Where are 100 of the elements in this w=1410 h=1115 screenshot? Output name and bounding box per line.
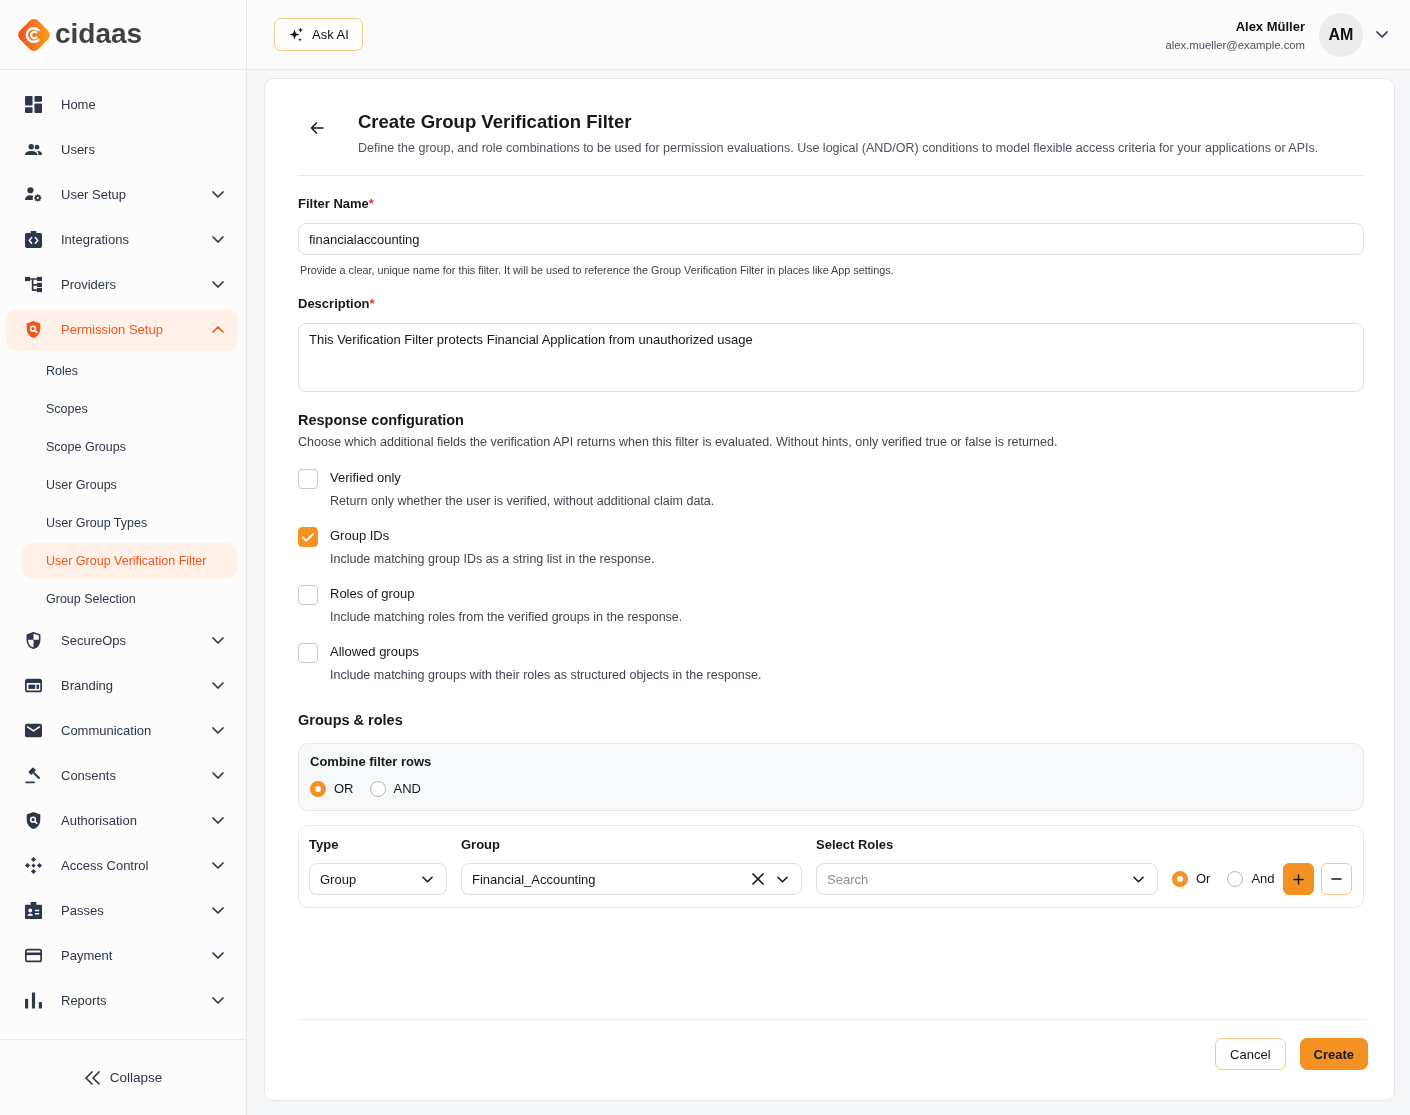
nav-item[interactable]: Reports	[6, 979, 238, 1022]
option-label[interactable]: Allowed groups	[330, 644, 762, 660]
field-label: Filter Name*	[298, 196, 375, 212]
code-icon	[25, 231, 42, 248]
nav-item[interactable]: User Setup	[6, 173, 238, 216]
chevron-down-icon[interactable]	[212, 682, 224, 689]
nav-item[interactable]: Home	[6, 83, 238, 126]
hierarchy-icon	[25, 276, 42, 293]
checkmark-icon	[302, 532, 314, 542]
nav-subitem[interactable]: Roles	[22, 353, 237, 389]
double-chevron-left-icon	[83, 1070, 100, 1085]
page-description: Define the group, and role combinations to be used for permission evaluations. Use logical (AND/OR) conditions to model flexible access criteria for your applications or APIs.	[358, 140, 1319, 157]
nav-item[interactable]: Providers	[6, 263, 238, 306]
ask-ai-button[interactable]: Ask AI	[274, 18, 363, 51]
radio-label[interactable]: AND	[393, 781, 421, 797]
nav-subitem[interactable]: User Groups	[22, 467, 237, 503]
nav-item[interactable]: Consents	[6, 754, 238, 797]
section-title: Groups & roles	[298, 711, 404, 729]
nav-item[interactable]: Access Control	[6, 844, 238, 887]
nav-item[interactable]: Passes	[6, 889, 238, 932]
option-label[interactable]: Group IDs	[330, 528, 655, 544]
diamonds-icon	[25, 857, 42, 874]
chevron-down-icon[interactable]	[212, 997, 224, 1004]
collapse-button[interactable]: Collapse	[77, 1066, 169, 1089]
user-gear-icon	[25, 186, 42, 203]
nav-item[interactable]: Integrations	[6, 218, 238, 261]
nav-item[interactable]: Communication	[6, 709, 238, 752]
chevron-down-icon[interactable]	[212, 191, 224, 198]
chevron-down-icon[interactable]	[212, 727, 224, 734]
option-label[interactable]: Roles of group	[330, 586, 683, 602]
option-description: Include matching groups with their roles as structured objects in the response.	[330, 667, 762, 683]
radio-button[interactable]	[310, 781, 326, 797]
nav-subitem[interactable]: Scope Groups	[22, 429, 237, 465]
envelope-icon	[25, 722, 42, 739]
radio-label[interactable]: OR	[334, 781, 354, 797]
nav-item[interactable]: SecureOps	[6, 619, 238, 662]
gavel-icon	[25, 767, 42, 784]
nav-item[interactable]: Authorisation	[6, 799, 238, 842]
shield-search-icon	[25, 321, 42, 338]
user-name: Alex Müller	[1235, 18, 1305, 34]
searchable-select[interactable]: Financial_Accounting	[461, 863, 802, 895]
radio-label[interactable]: And	[1251, 871, 1275, 887]
shield-search-icon	[25, 812, 42, 829]
nav-item[interactable]: Payment	[6, 934, 238, 977]
secondary-button[interactable]: Cancel	[1215, 1038, 1286, 1070]
add-row-button[interactable]	[1282, 863, 1314, 895]
users-icon	[25, 141, 42, 158]
radio-label[interactable]: Or	[1196, 871, 1211, 887]
bar-chart-icon	[25, 992, 42, 1009]
chevron-down-icon[interactable]	[212, 862, 224, 869]
column-label: Group	[461, 837, 501, 853]
id-badge-icon	[25, 902, 42, 919]
nav-subitem[interactable]: User Group Types	[22, 505, 237, 541]
nav-item[interactable]: Users	[6, 128, 238, 171]
option-description: Return only whether the user is verified, without additional claim data.	[330, 493, 715, 509]
chevron-down-icon[interactable]	[212, 637, 224, 644]
field-label: Description*	[298, 296, 376, 312]
checkbox[interactable]	[298, 527, 318, 547]
user-email: alex.mueller@example.com	[1165, 38, 1305, 51]
checkbox[interactable]	[298, 585, 318, 605]
section-title: Response configuration	[298, 411, 465, 429]
chevron-down-icon[interactable]	[777, 875, 788, 883]
chevron-down-icon[interactable]	[212, 907, 224, 914]
chevron-down-icon[interactable]	[212, 281, 224, 288]
radio-button[interactable]	[369, 781, 386, 797]
chevron-down-icon[interactable]	[212, 236, 224, 243]
checkbox[interactable]	[298, 469, 318, 489]
column-label: Select Roles	[816, 837, 895, 853]
credit-card-icon	[25, 947, 42, 964]
option-description: Include matching roles from the verified groups in the response.	[330, 609, 683, 625]
nav-item[interactable]: Branding	[6, 664, 238, 707]
close-icon[interactable]	[752, 873, 764, 885]
radio-button[interactable]	[1172, 871, 1188, 887]
chevron-down-icon[interactable]	[1133, 875, 1144, 883]
radio-button[interactable]	[1227, 871, 1244, 887]
nav-subitem[interactable]: Group Selection	[22, 581, 237, 617]
checkbox[interactable]	[298, 643, 318, 663]
nav-subitem[interactable]: Scopes	[22, 391, 237, 427]
minus-icon	[1330, 878, 1342, 880]
option-description: Include matching group IDs as a string list in the response.	[330, 551, 655, 567]
plus-icon	[1292, 873, 1304, 885]
type-select[interactable]: Group	[309, 863, 447, 895]
column-label: Type	[309, 837, 340, 853]
combine-label: Combine filter rows	[310, 754, 433, 770]
chevron-up-icon[interactable]	[212, 326, 224, 333]
primary-button[interactable]: Create	[1299, 1038, 1368, 1070]
chevron-down-icon[interactable]	[212, 817, 224, 824]
text-input[interactable]: financialaccounting	[298, 223, 1364, 255]
textarea-field[interactable]: This Verification Filter protects Financial Application from unauthorized usage	[298, 323, 1364, 392]
remove-row-button[interactable]	[1320, 863, 1352, 895]
browser-window-icon	[25, 677, 42, 694]
shield-icon	[25, 632, 42, 649]
chevron-down-icon[interactable]	[422, 875, 433, 883]
chevron-down-icon[interactable]	[212, 772, 224, 779]
section-description: Choose which additional fields the verification API returns when this filter is evaluated. Without hints, only verified true or false is returned.	[298, 434, 1059, 450]
option-label[interactable]: Verified only	[330, 470, 715, 486]
page-title: Create Group Verification Filter	[358, 111, 633, 133]
chevron-down-icon[interactable]	[1376, 31, 1388, 38]
chevron-down-icon[interactable]	[212, 952, 224, 959]
avatar[interactable]: AM	[1319, 12, 1363, 57]
